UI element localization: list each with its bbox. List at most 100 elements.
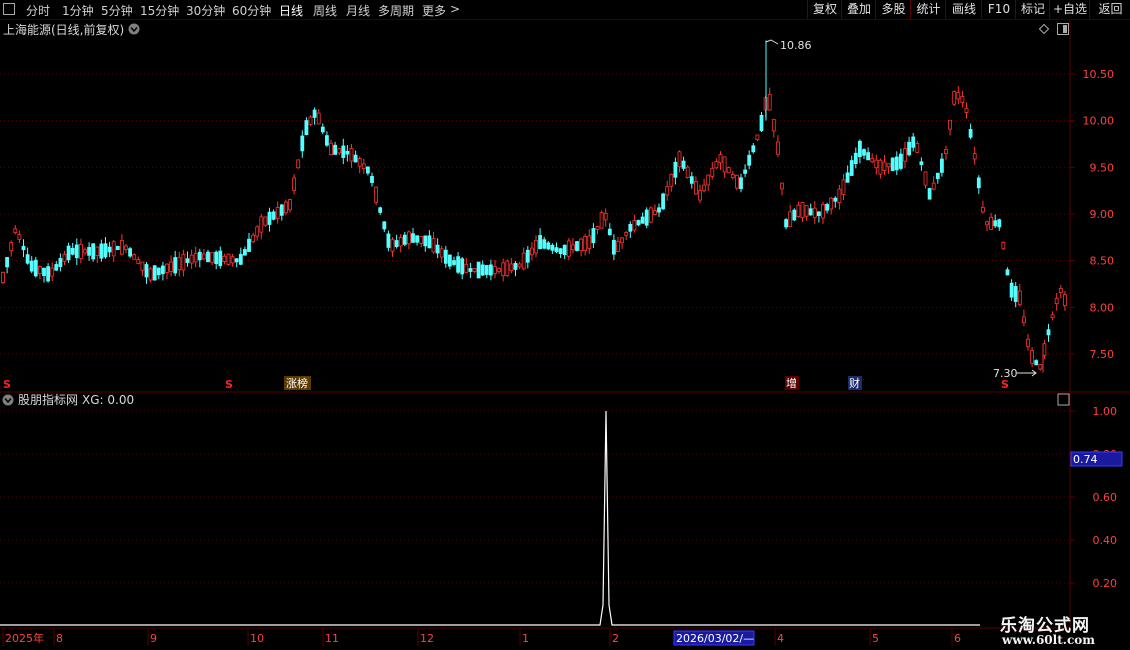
- candle-body: [534, 239, 538, 254]
- candle-body: [402, 234, 407, 245]
- candle-body: [443, 249, 448, 264]
- indicator-panel-icon[interactable]: [1057, 393, 1070, 406]
- candle-body: [886, 163, 891, 168]
- s-marker[interactable]: S: [225, 378, 233, 391]
- time-tick-label: 11: [325, 632, 339, 645]
- candle-body: [279, 204, 284, 216]
- candle-body: [1, 272, 5, 283]
- price-chart[interactable]: 10.5010.009.509.008.508.007.50 1.000.800…: [0, 0, 1130, 650]
- price-axis: 10.50 10.00 9.50 9.00 8.50 8.00 7.50: [1070, 68, 1114, 361]
- candle-body: [513, 262, 518, 270]
- candle-body: [743, 169, 747, 174]
- candle-body: [361, 163, 366, 169]
- candle-body: [275, 207, 280, 219]
- indicator-tick-label: 1.00: [1093, 405, 1118, 418]
- candle-body: [456, 256, 461, 273]
- candle-body: [558, 248, 563, 255]
- candle-body: [439, 248, 444, 258]
- candle-body: [517, 263, 522, 268]
- candle-body: [234, 258, 239, 263]
- candle-body: [329, 142, 333, 156]
- candle-body: [386, 233, 391, 248]
- price-tick-label: 10.00: [1083, 115, 1115, 128]
- candle-body: [681, 160, 686, 169]
- candle-body: [472, 268, 477, 272]
- zhangbang-badge[interactable]: 涨榜: [286, 376, 308, 390]
- price-grid: [0, 20, 1130, 629]
- candle-body: [345, 150, 350, 155]
- candle-body: [968, 129, 973, 138]
- candle-body: [411, 233, 415, 243]
- candle-body: [128, 248, 133, 257]
- candle-body: [878, 159, 883, 175]
- candle-body: [853, 152, 858, 165]
- high-price-label: 10.86: [780, 39, 812, 52]
- candle-body: [689, 176, 694, 184]
- candle-body: [13, 228, 18, 234]
- cursor-date: 2026/03/02/—: [676, 632, 754, 645]
- candle-body: [337, 148, 342, 154]
- candle-body: [378, 207, 383, 213]
- candle-body: [669, 174, 674, 187]
- candle-body: [726, 167, 731, 174]
- candle-body: [283, 201, 288, 214]
- candle-body: [468, 268, 473, 272]
- time-tick-label: 1: [522, 632, 529, 645]
- candle-body: [156, 267, 161, 276]
- candle-body: [259, 216, 264, 233]
- candle-body: [776, 141, 780, 155]
- candle-body: [653, 210, 657, 215]
- candle-body: [603, 212, 608, 221]
- candle-body: [903, 148, 907, 162]
- candle-body: [423, 235, 428, 247]
- candle-body: [817, 211, 821, 216]
- time-tick-label: 9: [150, 632, 157, 645]
- candle-body: [636, 220, 641, 226]
- candle-body: [349, 148, 354, 162]
- candle-body: [739, 177, 743, 190]
- candle-body: [628, 223, 633, 232]
- cai-badge[interactable]: 财: [849, 376, 860, 390]
- indicator-tick-label: 0.60: [1093, 491, 1118, 504]
- candle-body: [79, 243, 83, 259]
- candle-body: [849, 160, 854, 176]
- price-tick-label: 10.50: [1083, 68, 1115, 81]
- candle-body: [644, 209, 649, 226]
- candle-body: [940, 158, 944, 173]
- candle-body: [546, 242, 551, 250]
- low-pointer: [1017, 369, 1037, 377]
- zeng-badge[interactable]: 增: [786, 376, 797, 390]
- candle-body: [1026, 338, 1030, 347]
- candle-body: [87, 246, 91, 256]
- candle-body: [185, 258, 190, 263]
- candle-body: [1050, 314, 1055, 319]
- price-tick-label: 9.00: [1090, 208, 1115, 221]
- candle-body: [792, 209, 797, 221]
- candle-body: [21, 245, 26, 251]
- candle-body: [812, 207, 817, 218]
- candle-body: [308, 116, 313, 125]
- candle-body: [132, 254, 137, 260]
- candle-body: [382, 221, 387, 230]
- candle-body: [894, 156, 899, 171]
- s-marker[interactable]: S: [1001, 378, 1009, 391]
- candle-body: [70, 247, 75, 255]
- candle-body: [66, 245, 71, 261]
- indicator-dropdown-icon[interactable]: [2, 394, 14, 406]
- candle-body: [944, 148, 948, 154]
- candle-body: [919, 161, 924, 166]
- candle-body: [530, 247, 534, 256]
- candle-body: [505, 260, 510, 276]
- candle-body: [447, 254, 452, 267]
- candle-body: [665, 186, 670, 196]
- candle-body: [862, 149, 866, 156]
- candle-body: [1005, 269, 1010, 276]
- candle-body: [579, 238, 583, 251]
- candle-body: [632, 220, 637, 231]
- candle-body: [17, 234, 22, 240]
- indicator-tick-label: 0.20: [1093, 577, 1118, 590]
- candle-body: [702, 184, 706, 191]
- candle-body: [427, 235, 432, 249]
- s-marker[interactable]: S: [3, 378, 11, 391]
- candle-body: [952, 91, 957, 105]
